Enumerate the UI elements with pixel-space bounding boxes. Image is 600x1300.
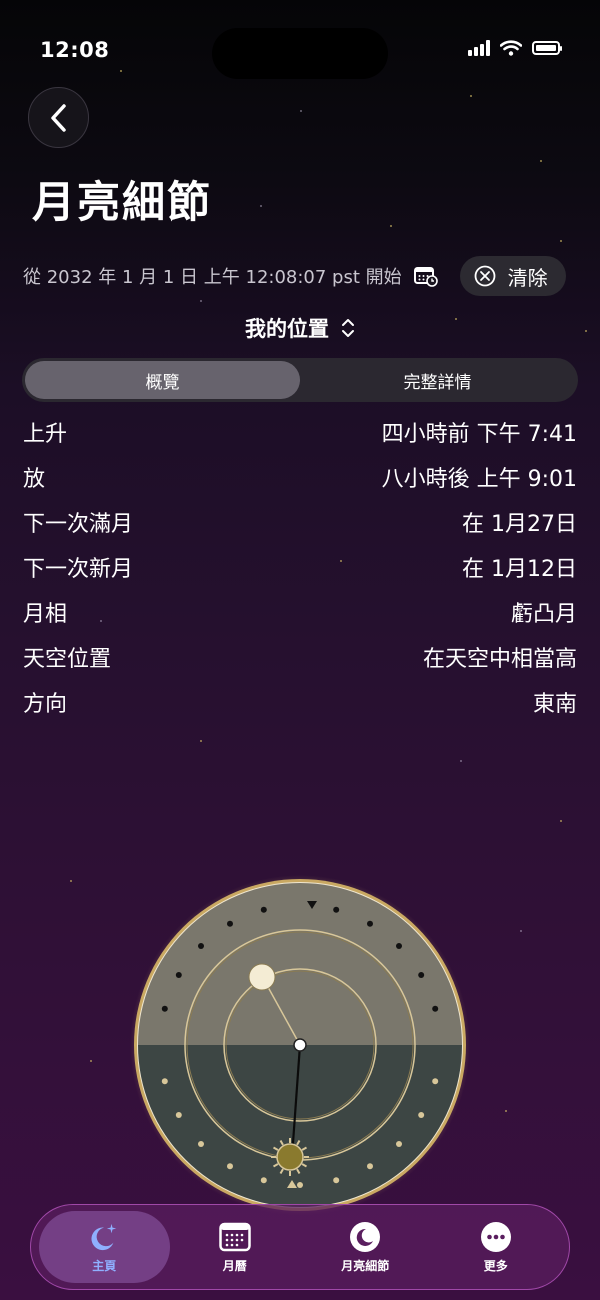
tab-calendar[interactable]: 月曆	[170, 1211, 301, 1283]
hour-dot	[396, 943, 402, 949]
segment-full-details[interactable]: 完整詳情	[300, 361, 575, 399]
detail-value: 四小時前 下午 7:41	[381, 421, 577, 447]
tab-label: 主頁	[92, 1258, 117, 1273]
back-button[interactable]	[28, 87, 89, 148]
hour-dot	[432, 1078, 439, 1085]
detail-label: 月相	[23, 601, 68, 627]
tab-more[interactable]: 更多	[431, 1211, 562, 1283]
calendar-clock-icon[interactable]	[413, 265, 438, 287]
hour-dot	[161, 1078, 168, 1085]
hour-dot	[227, 920, 233, 927]
moon-details-list: 上升 四小時前 下午 7:41 放 八小時後 上午 9:01 下一次滿月 在 1…	[23, 409, 577, 724]
hour-dot	[418, 972, 425, 978]
moon-stars-icon	[88, 1221, 120, 1253]
dial-ground-area	[138, 1045, 462, 1207]
status-icons	[468, 40, 562, 56]
hour-dot	[198, 1141, 204, 1147]
hour-dot	[432, 1005, 439, 1012]
hour-dot	[175, 1112, 182, 1118]
battery-icon	[532, 41, 562, 55]
clear-button-label: 清除	[507, 265, 548, 290]
tab-label: 月亮細節	[341, 1258, 390, 1273]
start-date-text: 從 2032 年 1 月 1 日 上午 12:08:07 pst 開始	[23, 267, 402, 288]
hour-dot	[418, 1112, 425, 1118]
detail-value: 虧凸月	[510, 601, 577, 627]
view-segmented-control: 概覽 完整詳情	[22, 358, 578, 402]
detail-value: 東南	[532, 691, 577, 717]
detail-value: 在 1月27日	[462, 511, 577, 537]
calendar-icon	[219, 1221, 251, 1253]
detail-row-next-new-moon: 下一次新月 在 1月12日	[23, 544, 577, 589]
segment-overview[interactable]: 概覽	[25, 361, 300, 399]
location-picker[interactable]: 我的位置	[0, 313, 600, 343]
detail-row-direction: 方向 東南	[23, 679, 577, 724]
detail-label: 上升	[23, 421, 68, 447]
detail-label: 下一次新月	[23, 556, 134, 582]
hour-dot	[227, 1163, 233, 1170]
hour-dot	[333, 906, 340, 913]
detail-row-sky-position: 天空位置 在天空中相當高	[23, 634, 577, 679]
hour-dot	[297, 1182, 303, 1188]
clear-button[interactable]: 清除	[459, 256, 566, 296]
detail-row-next-full-moon: 下一次滿月 在 1月27日	[23, 499, 577, 544]
ellipsis-icon	[480, 1221, 512, 1253]
date-row: 從 2032 年 1 月 1 日 上午 12:08:07 pst 開始 清除	[23, 256, 566, 296]
detail-value: 在天空中相當高	[422, 646, 577, 672]
dynamic-island	[212, 28, 388, 79]
chevron-up-down-icon	[342, 319, 354, 337]
hour-dot	[260, 906, 267, 913]
hour-dot	[367, 920, 373, 927]
tab-bar: 主頁 月曆 月亮細節 更多	[30, 1204, 570, 1290]
chevron-left-icon	[50, 103, 66, 132]
detail-row-rise: 上升 四小時前 下午 7:41	[23, 409, 577, 454]
hour-dot	[198, 943, 204, 949]
tab-label: 更多	[483, 1258, 508, 1273]
tab-moon-details[interactable]: 月亮細節	[300, 1211, 431, 1283]
hour-dot	[260, 1177, 267, 1184]
detail-value: 在 1月12日	[462, 556, 577, 582]
detail-label: 放	[23, 466, 46, 492]
detail-label: 方向	[23, 691, 68, 717]
hour-dot	[161, 1005, 168, 1012]
detail-value: 八小時後 上午 9:01	[381, 466, 577, 492]
hour-dot	[367, 1163, 373, 1170]
moon-marker	[248, 963, 276, 991]
status-time: 12:08	[40, 38, 110, 62]
detail-label: 天空位置	[23, 646, 112, 672]
close-circle-icon	[474, 265, 496, 287]
hour-dot	[175, 972, 182, 978]
hour-dot	[333, 1177, 340, 1184]
moon-position-dial	[130, 875, 470, 1215]
detail-row-phase: 月相 虧凸月	[23, 589, 577, 634]
location-label: 我的位置	[245, 317, 329, 341]
moon-icon	[349, 1221, 381, 1253]
dial-sky-area	[138, 883, 462, 1045]
tab-home[interactable]: 主頁	[39, 1211, 170, 1283]
wifi-icon	[500, 40, 522, 56]
hour-dot	[396, 1141, 402, 1147]
page-title: 月亮細節	[32, 178, 212, 228]
tab-label: 月曆	[222, 1258, 247, 1273]
cellular-signal-icon	[468, 40, 490, 56]
dial-center	[293, 1038, 307, 1052]
detail-row-set: 放 八小時後 上午 9:01	[23, 454, 577, 499]
detail-label: 下一次滿月	[23, 511, 134, 537]
